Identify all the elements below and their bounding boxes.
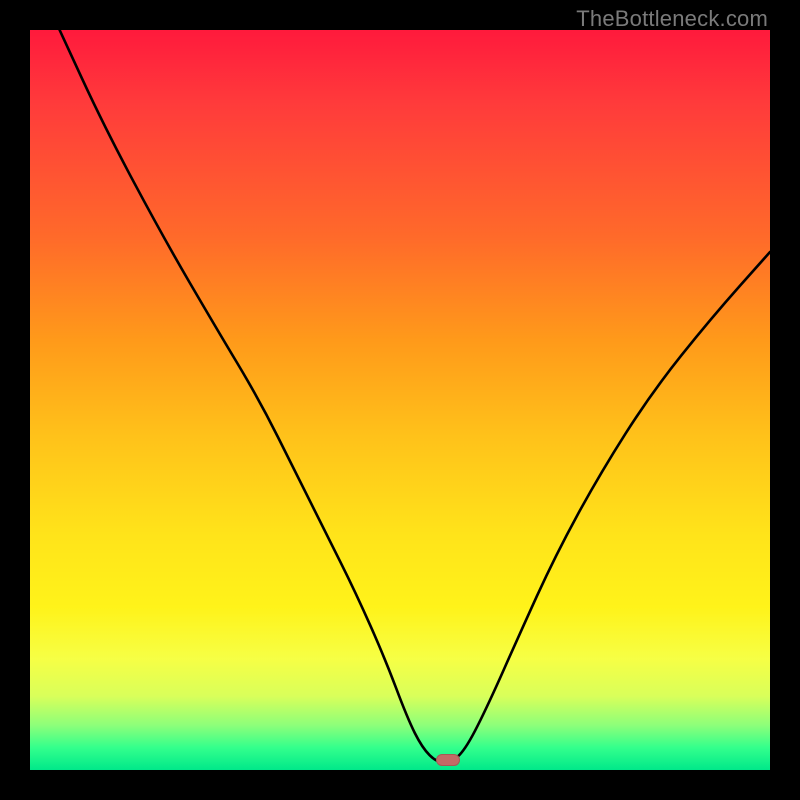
optimal-point-marker [436, 754, 460, 766]
watermark-text: TheBottleneck.com [576, 6, 768, 32]
plot-area [30, 30, 770, 770]
chart-frame: TheBottleneck.com [0, 0, 800, 800]
bottleneck-curve [30, 30, 770, 770]
